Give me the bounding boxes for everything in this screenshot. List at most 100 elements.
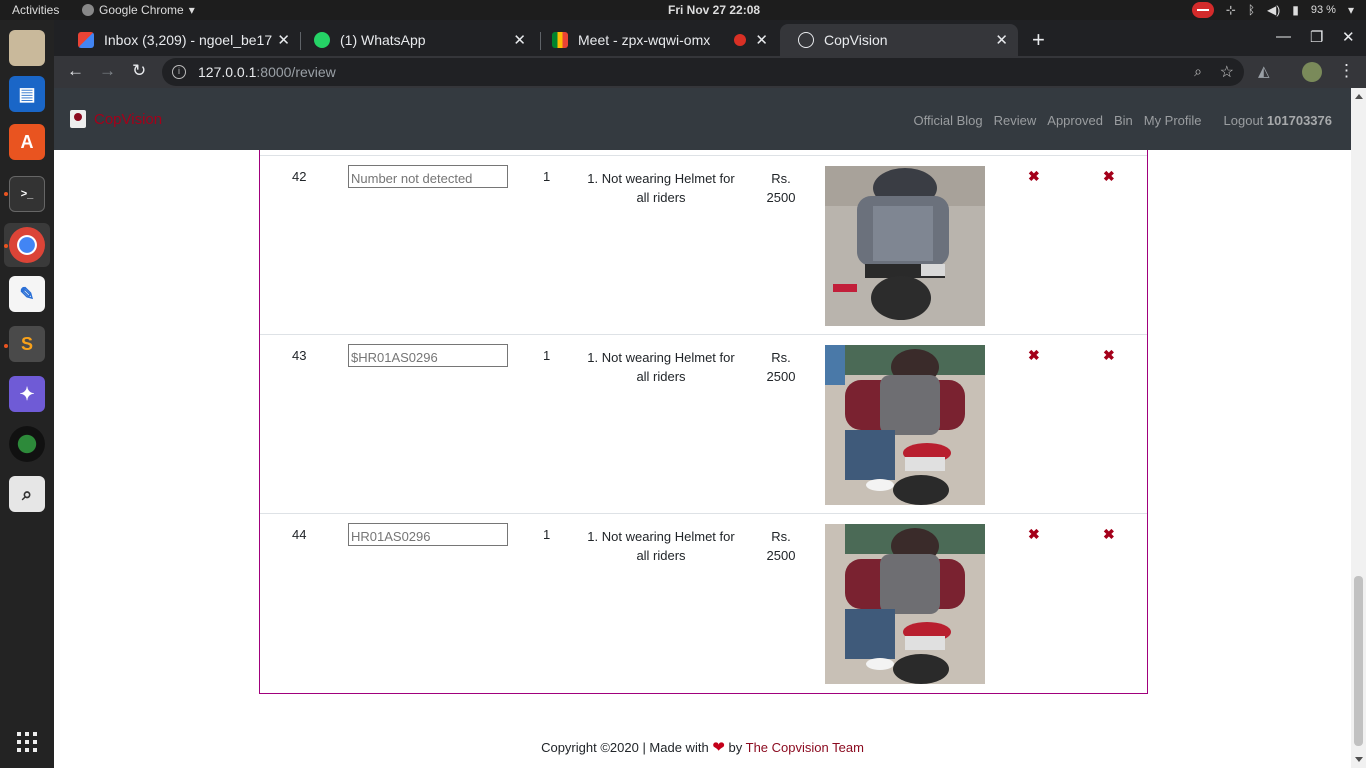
meet-icon <box>552 32 568 48</box>
review-table: 42 1 1. Not wearing Helmet for all rider… <box>259 150 1148 694</box>
system-tray[interactable]: ⊹ ᛒ ◀) ▮ 93 % ▾ <box>1191 2 1354 18</box>
copvision-logo <box>70 110 86 128</box>
do-not-disturb-icon <box>1191 2 1214 18</box>
battery-percent: 93 % <box>1310 4 1336 16</box>
chrome-app-icon <box>82 4 94 16</box>
nav-my-profile[interactable]: My Profile <box>1144 113 1202 128</box>
footer: Copyright ©2020 | Made with ❤ by The Cop… <box>54 738 1351 756</box>
nav-approved[interactable]: Approved <box>1047 113 1103 128</box>
gmail-icon <box>78 32 94 48</box>
scrollbar-thumb[interactable] <box>1354 576 1363 746</box>
rider-count: 1 <box>543 527 551 542</box>
tab-strip: Inbox (3,209) - ngoel_be17 ✕ (1) WhatsAp… <box>54 20 1366 56</box>
network-app-icon[interactable]: ✦ <box>9 376 45 412</box>
tab-copvision[interactable]: CopVision ✕ <box>780 24 1018 56</box>
close-icon[interactable]: ✕ <box>513 31 526 49</box>
plate-number-input[interactable] <box>348 165 508 188</box>
tab-gmail[interactable]: Inbox (3,209) - ngoel_be17 ✕ <box>60 24 300 56</box>
show-applications-icon[interactable] <box>17 732 37 752</box>
close-icon[interactable]: ✕ <box>755 31 768 49</box>
nav-bin[interactable]: Bin <box>1114 113 1133 128</box>
offense-text: 1. Not wearing Helmet for all riders <box>587 171 735 205</box>
running-indicator <box>4 192 8 196</box>
table-row: 42 1 1. Not wearing Helmet for all rider… <box>260 155 1147 334</box>
bluetooth-icon: ᛒ <box>1247 3 1256 17</box>
fine-amount: Rs. 2500 <box>766 529 796 563</box>
tab-title: Inbox (3,209) - ngoel_be17 <box>104 32 273 48</box>
reject-button[interactable]: ✖ <box>1103 347 1115 364</box>
plate-number-input[interactable] <box>348 523 508 546</box>
table-row: 44 1 1. Not wearing Helmet for all rider… <box>260 513 1147 692</box>
rider-count: 1 <box>543 348 551 363</box>
tab-title: Meet - zpx-wqwi-omx <box>578 32 711 48</box>
files-icon[interactable] <box>9 30 45 66</box>
violation-photo[interactable] <box>825 345 985 505</box>
scroll-up-icon[interactable] <box>1355 94 1363 99</box>
profile-avatar[interactable] <box>1302 62 1322 82</box>
volume-icon: ◀) <box>1267 3 1281 17</box>
table-row: 43 1 1. Not wearing Helmet for all rider… <box>260 334 1147 513</box>
running-indicator <box>4 344 8 348</box>
app-menu[interactable]: Google Chrome ▾ <box>82 3 195 17</box>
chrome-menu-icon[interactable]: ⋮ <box>1338 61 1355 81</box>
nav-logout[interactable]: Logout 101703376 <box>1213 113 1332 128</box>
fine-amount: Rs. 2500 <box>766 350 796 384</box>
new-tab-button[interactable]: + <box>1032 27 1045 53</box>
rider-count: 1 <box>543 169 551 184</box>
sublime-text-icon[interactable]: S <box>9 326 45 362</box>
system-menu-chevron-icon: ▾ <box>1347 3 1354 17</box>
scroll-down-icon[interactable] <box>1355 757 1363 762</box>
site-navbar: CopVision Official Blog Review Approved … <box>54 88 1351 150</box>
logout-label: Logout <box>1223 113 1264 128</box>
page-scrollbar[interactable] <box>1351 88 1366 768</box>
approve-button[interactable]: ✖ <box>1028 347 1040 364</box>
row-number: 44 <box>292 527 307 542</box>
writer-icon[interactable]: ▤ <box>9 76 45 112</box>
address-bar[interactable]: i 127.0.0.1:8000/review ⌕ ☆ <box>162 58 1244 86</box>
reload-button[interactable]: ↻ <box>132 61 146 81</box>
minimize-button[interactable]: — <box>1276 28 1291 45</box>
nav-review[interactable]: Review <box>994 113 1037 128</box>
site-info-icon[interactable]: i <box>172 65 186 79</box>
forward-button[interactable]: → <box>99 61 116 81</box>
offense-text: 1. Not wearing Helmet for all riders <box>587 529 735 563</box>
text-editor-icon[interactable]: ✎ <box>9 276 45 312</box>
copyright-text: Copyright ©2020 | Made with <box>541 740 709 755</box>
violation-photo[interactable] <box>825 166 985 326</box>
brand[interactable]: CopVision <box>70 110 162 128</box>
reject-button[interactable]: ✖ <box>1103 168 1115 185</box>
clock[interactable]: Fri Nov 27 22:08 <box>668 3 760 17</box>
extension-icon[interactable]: ◭ <box>1258 62 1278 82</box>
brand-name: CopVision <box>94 110 163 128</box>
tab-title: (1) WhatsApp <box>340 32 426 48</box>
tab-whatsapp[interactable]: (1) WhatsApp ✕ <box>296 24 536 56</box>
team-link[interactable]: The Copvision Team <box>746 740 864 755</box>
maximize-button[interactable]: ❐ <box>1310 28 1323 46</box>
zoom-icon[interactable]: ⌕ <box>1194 63 1202 80</box>
chrome-icon[interactable] <box>9 227 45 263</box>
nav-official-blog[interactable]: Official Blog <box>914 113 983 128</box>
camera-icon[interactable] <box>9 426 45 462</box>
close-icon[interactable]: ✕ <box>277 31 290 49</box>
chevron-down-icon: ▾ <box>188 3 195 17</box>
tab-meet[interactable]: Meet - zpx-wqwi-omx ✕ <box>534 24 778 56</box>
violation-photo[interactable] <box>825 524 985 684</box>
approve-button[interactable]: ✖ <box>1028 168 1040 185</box>
window-close-button[interactable]: ✕ <box>1342 28 1355 46</box>
search-app-icon[interactable]: ⌕ <box>9 476 45 512</box>
battery-icon: ▮ <box>1292 3 1299 17</box>
approve-button[interactable]: ✖ <box>1028 526 1040 543</box>
plate-number-input[interactable] <box>348 344 508 367</box>
software-center-icon[interactable]: A <box>9 124 45 160</box>
footer-by: by <box>728 740 743 755</box>
offense-text: 1. Not wearing Helmet for all riders <box>587 350 735 384</box>
activities-button[interactable]: Activities <box>12 3 59 17</box>
terminal-icon[interactable]: >_ <box>9 176 45 212</box>
bookmark-star-icon[interactable]: ☆ <box>1220 62 1234 82</box>
recording-icon <box>734 34 746 46</box>
dock: ▤ A >_ ✎ S ✦ ⌕ <box>0 20 54 768</box>
row-number: 43 <box>292 348 307 363</box>
reject-button[interactable]: ✖ <box>1103 526 1115 543</box>
back-button[interactable]: ← <box>67 61 84 81</box>
close-icon[interactable]: ✕ <box>995 31 1008 49</box>
